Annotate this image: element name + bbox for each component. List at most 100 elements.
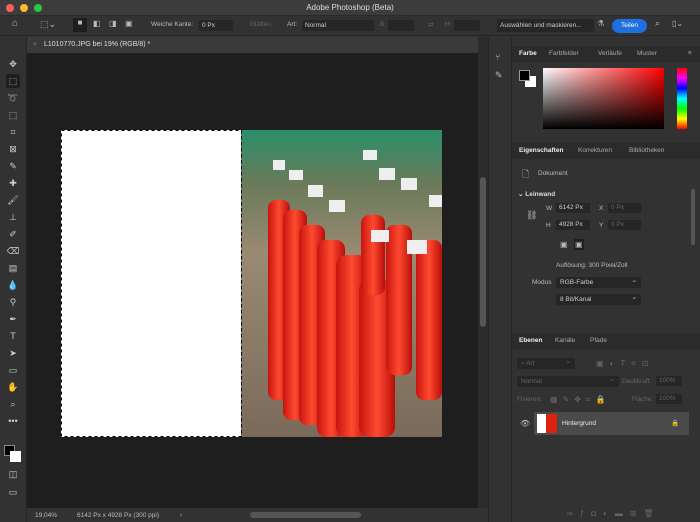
tab-properties[interactable]: Eigenschaften <box>519 147 563 154</box>
height-label: H: <box>445 21 452 28</box>
tab-paths[interactable]: Pfade <box>590 337 607 344</box>
marquee-preset-icon[interactable]: ⬚⌄ <box>40 19 56 30</box>
tab-channels[interactable]: Kanäle <box>555 337 575 344</box>
panel-menu-icon[interactable]: ≡ <box>688 50 692 57</box>
horizontal-scrollbar[interactable] <box>250 512 361 518</box>
portrait-orientation-icon[interactable]: ▣ <box>560 240 568 249</box>
home-icon[interactable]: ⌂ <box>12 18 18 29</box>
height-input[interactable]: 4928 Px <box>556 220 590 230</box>
swap-icon[interactable]: ⇄ <box>428 21 433 29</box>
height-label: H <box>546 222 551 229</box>
tab-swatches[interactable]: Farbfelder <box>549 50 579 57</box>
share-button[interactable]: Teilen <box>612 19 647 33</box>
fill-label: Fläche: <box>632 396 654 403</box>
brush-tool-icon[interactable]: 🖌 <box>6 193 20 207</box>
dodge-tool-icon[interactable]: ⚲ <box>6 295 20 309</box>
tab-gradients[interactable]: Verläufe <box>598 50 622 57</box>
width-input[interactable] <box>388 20 414 31</box>
frame-tool-icon[interactable]: ⊠ <box>6 142 20 156</box>
zoom-level[interactable]: 19,04% <box>35 512 57 519</box>
hue-slider[interactable] <box>677 68 687 129</box>
style-select[interactable]: Normal <box>302 20 374 31</box>
screen-mode-icon[interactable]: ▭ <box>6 485 20 499</box>
canvas-section-toggle[interactable]: ⌄ Leinwand <box>518 190 555 198</box>
add-selection-icon[interactable]: ◧ <box>93 19 101 28</box>
gradient-tool-icon[interactable]: ▤ <box>6 261 20 275</box>
document-icon: 🗋 <box>522 169 530 179</box>
color-panel: Farbe Farbfelder Verläufe Muster ≡ <box>512 37 700 140</box>
document-title: L1010770.JPG bei 19% (RGB/8) * <box>44 41 151 48</box>
new-selection-icon[interactable]: ■ <box>73 18 87 32</box>
y-input[interactable]: 0 Px <box>608 220 641 230</box>
select-and-mask-button[interactable]: Auswählen und maskieren... <box>497 19 594 32</box>
landscape-orientation-icon[interactable]: ▣ <box>574 239 584 250</box>
tab-adjustments[interactable]: Korrekturen <box>578 147 612 154</box>
visibility-eye-icon[interactable]: 👁 <box>520 419 530 428</box>
mode-select[interactable]: RGB-Farbe <box>556 276 641 288</box>
feather-input[interactable]: 0 Px <box>199 20 233 31</box>
layers-panel: Ebenen Kanäle Pfade ⌕ Art ▣◐T⌗⊡ Normal D… <box>512 333 700 522</box>
subtract-selection-icon[interactable]: ◨ <box>109 19 117 28</box>
scroll-thumb[interactable] <box>480 177 486 327</box>
color-field[interactable] <box>543 68 664 129</box>
width-label: B: <box>380 21 387 28</box>
tab-libraries[interactable]: Bibliotheken <box>629 147 664 154</box>
canvas-area[interactable] <box>27 54 478 508</box>
more-tools-icon[interactable]: ••• <box>6 414 20 428</box>
pen-tool-icon[interactable]: ✒ <box>6 312 20 326</box>
tab-color[interactable]: Farbe <box>519 50 537 57</box>
marquee-tool-icon[interactable]: ⬚ <box>6 74 20 88</box>
bit-depth-select[interactable]: 8 Bit/Kanal <box>556 293 641 305</box>
document-tab[interactable]: × L1010770.JPG bei 19% (RGB/8) * <box>27 37 478 54</box>
mode-label: Modus <box>532 279 552 286</box>
status-menu-arrow-icon[interactable]: › <box>180 512 182 519</box>
foreground-color-swatch[interactable] <box>519 70 530 81</box>
antialias-checkbox[interactable]: Glätten <box>250 21 271 28</box>
options-bar: ⌂ ⬚⌄ ■ ◧ ◨ ▣ Weiche Kante: 0 Px Glätten … <box>0 16 700 36</box>
type-tool-icon[interactable]: T <box>6 329 20 343</box>
blur-tool-icon[interactable]: 💧 <box>6 278 20 292</box>
history-brush-tool-icon[interactable]: ✐ <box>6 227 20 241</box>
tab-layers[interactable]: Ebenen <box>519 337 542 344</box>
blend-mode-select[interactable]: Normal <box>517 375 619 387</box>
path-selection-tool-icon[interactable]: ➤ <box>6 346 20 360</box>
eyedropper-tool-icon[interactable]: ✎ <box>6 159 20 173</box>
lasso-tool-icon[interactable]: ➰ <box>6 91 20 105</box>
object-selection-tool-icon[interactable]: ⬚ <box>6 108 20 122</box>
layer-thumbnail <box>537 414 557 433</box>
layer-filter-select[interactable]: ⌕ Art <box>517 357 575 369</box>
width-input[interactable]: 6142 Px <box>556 203 590 213</box>
lock-icons[interactable]: ▦✎✥⌗🔒 <box>550 395 610 405</box>
brush-panel-icon[interactable]: ✎ <box>495 70 503 81</box>
link-icon[interactable]: ⛓ <box>526 210 537 221</box>
vertical-scrollbar[interactable] <box>478 37 488 508</box>
crop-tool-icon[interactable]: ⌗ <box>6 125 20 139</box>
eraser-tool-icon[interactable]: ⌫ <box>6 244 20 258</box>
opacity-input[interactable]: 100% <box>656 376 682 386</box>
fill-input[interactable]: 100% <box>656 394 682 404</box>
properties-panel: Eigenschaften Korrekturen Bibliotheken 🗋… <box>512 143 700 329</box>
move-tool-icon[interactable]: ✥ <box>6 57 20 71</box>
zoom-tool-icon[interactable]: ⌕ <box>6 397 20 411</box>
layer-name[interactable]: Hintergrund <box>562 420 596 427</box>
history-panel-icon[interactable]: ⑂ <box>495 52 500 62</box>
tab-patterns[interactable]: Muster <box>637 50 657 57</box>
intersect-selection-icon[interactable]: ▣ <box>125 19 133 28</box>
healing-tool-icon[interactable]: ✚ <box>6 176 20 190</box>
close-tab-icon[interactable]: × <box>33 41 37 48</box>
properties-scrollbar[interactable] <box>691 189 695 245</box>
workspace-icon[interactable]: ▯⌄ <box>672 19 683 28</box>
width-label: W <box>546 205 553 212</box>
quick-mask-icon[interactable]: ◫ <box>6 467 20 481</box>
search-icon[interactable]: ⌕ <box>655 18 660 29</box>
x-input[interactable]: 0 Px <box>608 203 641 213</box>
rectangle-tool-icon[interactable]: ▭ <box>6 363 20 377</box>
hand-tool-icon[interactable]: ✋ <box>6 380 20 394</box>
height-input[interactable] <box>454 20 480 31</box>
layer-row[interactable]: 👁 Hintergrund 🔒 <box>512 412 700 436</box>
layer-actions[interactable]: ∞ƒ◘◐▬⊞🗑 <box>567 509 661 518</box>
layer-filter-icons[interactable]: ▣◐T⌗⊡ <box>596 359 655 369</box>
document-canvas[interactable] <box>61 130 445 437</box>
background-color-swatch[interactable] <box>10 451 21 462</box>
stamp-tool-icon[interactable]: ⊥ <box>6 210 20 224</box>
